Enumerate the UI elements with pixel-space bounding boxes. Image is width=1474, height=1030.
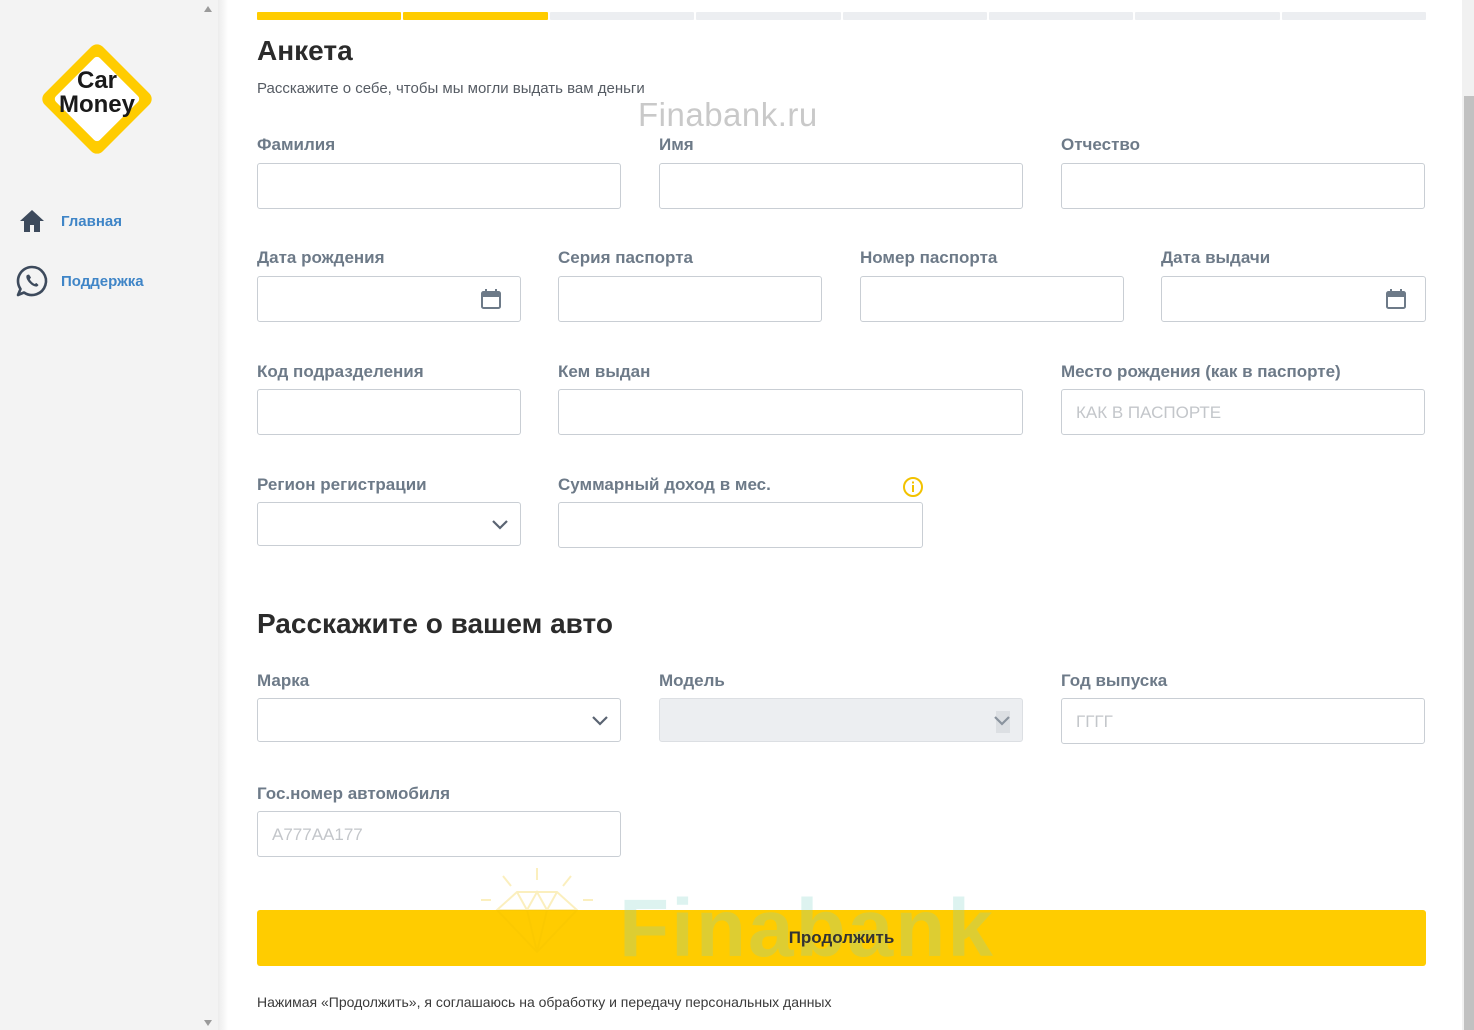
year-input[interactable]: ГГГГ (1061, 698, 1425, 744)
sidebar-divider (218, 0, 228, 1030)
chevron-down-icon (492, 520, 508, 530)
sidebar-item-support[interactable]: Поддержка (14, 263, 144, 299)
consent-text: Нажимая «Продолжить», я соглашаюсь на об… (257, 994, 832, 1010)
progress-step (257, 12, 402, 20)
first-name-label: Имя (659, 135, 694, 154)
issued-by-input[interactable] (558, 389, 1023, 435)
plate-placeholder: А777АА177 (272, 825, 363, 844)
svg-text:Car: Car (77, 67, 117, 94)
passport-series-label: Серия паспорта (558, 248, 693, 267)
progress-step (696, 12, 841, 20)
patronymic-label: Отчество (1061, 135, 1141, 154)
scroll-up-icon[interactable] (204, 6, 212, 12)
progress-step (988, 12, 1134, 20)
home-icon (14, 203, 50, 239)
passport-number-input[interactable] (860, 276, 1124, 322)
svg-text:Money: Money (59, 91, 136, 118)
issue-date-label: Дата выдачи (1161, 248, 1271, 267)
first-name-input[interactable] (659, 163, 1023, 209)
main-content: Анкета Расскажите о себе, чтобы мы могли… (257, 0, 1426, 1030)
income-label: Суммарный доход в мес. (558, 475, 771, 494)
issued-by-label: Кем выдан (558, 362, 651, 381)
plate-input[interactable]: А777АА177 (257, 811, 621, 857)
last-name-label: Фамилия (257, 135, 336, 154)
progress-step (549, 12, 695, 20)
passport-number-label: Номер паспорта (860, 248, 998, 267)
region-label: Регион регистрации (257, 475, 427, 494)
model-select[interactable] (659, 698, 1023, 742)
scrollbar-thumb[interactable] (1464, 96, 1474, 1030)
calendar-icon[interactable] (1385, 288, 1407, 310)
whatsapp-icon (14, 263, 50, 299)
year-placeholder: ГГГГ (1076, 712, 1113, 731)
brand-select[interactable] (257, 698, 621, 742)
scroll-down-icon[interactable] (204, 1020, 212, 1026)
progress-step (1281, 12, 1426, 20)
model-label: Модель (659, 671, 725, 690)
birth-place-placeholder: КАК В ПАСПОРТЕ (1076, 403, 1222, 422)
department-code-label: Код подразделения (257, 362, 424, 381)
continue-button-label: Продолжить (788, 928, 895, 947)
birth-date-label: Дата рождения (257, 248, 385, 267)
sidebar-scrollbar[interactable] (200, 0, 218, 1030)
passport-series-input[interactable] (558, 276, 822, 322)
issue-date-input[interactable] (1161, 276, 1426, 322)
watermark-text: Finabank.ru (638, 96, 818, 133)
patronymic-input[interactable] (1061, 163, 1425, 209)
region-select[interactable] (257, 502, 521, 546)
birth-place-input[interactable]: КАК В ПАСПОРТЕ (1061, 389, 1425, 435)
progress-step (842, 12, 987, 20)
birth-place-label: Место рождения (как в паспорте) (1061, 362, 1341, 381)
sidebar-item-label: Главная (61, 212, 123, 230)
brand-label: Марка (257, 671, 310, 690)
info-icon[interactable] (902, 476, 924, 498)
progress-step (1135, 12, 1280, 20)
continue-button[interactable]: Продолжить (257, 910, 1426, 966)
department-code-input[interactable] (257, 389, 521, 435)
step-progress (257, 12, 1426, 20)
calendar-icon[interactable] (480, 288, 502, 310)
chevron-down-icon (994, 716, 1010, 726)
page-subtitle: Расскажите о себе, чтобы мы могли выдать… (257, 80, 645, 97)
page-title: Анкета (257, 35, 353, 66)
last-name-input[interactable] (257, 163, 621, 209)
car-section-title: Расскажите о вашем авто (257, 608, 613, 639)
plate-label: Гос.номер автомобиля (257, 784, 451, 803)
year-label: Год выпуска (1061, 671, 1168, 690)
sidebar: Car Money Главная Поддержка (0, 0, 218, 1030)
chevron-down-icon (592, 716, 608, 726)
page-scrollbar[interactable] (1462, 0, 1474, 1030)
progress-step (403, 12, 548, 20)
sidebar-item-label: Поддержка (61, 272, 144, 290)
birth-date-input[interactable] (257, 276, 521, 322)
sidebar-item-home[interactable]: Главная (14, 203, 122, 239)
income-input[interactable] (558, 502, 923, 548)
carmoney-logo[interactable]: Car Money (34, 36, 160, 162)
